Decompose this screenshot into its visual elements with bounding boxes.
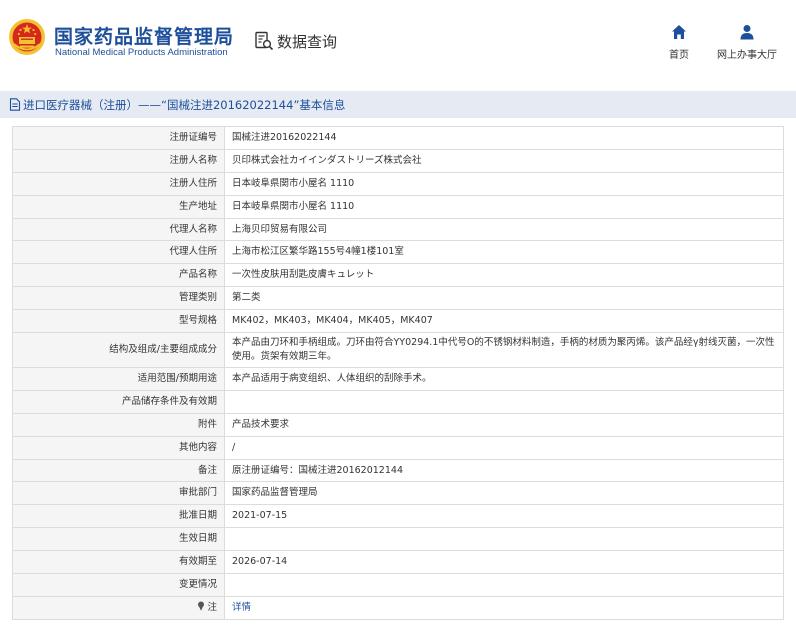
table-row: 管理类别 第二类 <box>12 286 784 311</box>
table-row: 其他内容 / <box>12 435 784 460</box>
field-label: 其他内容 <box>12 435 225 460</box>
field-label: 附件 <box>12 412 225 437</box>
section-header: 进口医疗器械（注册）——“国械注进20162022144”基本信息 <box>0 91 796 118</box>
field-value: 国械注进20162022144 <box>224 126 784 150</box>
field-label: 有效期至 <box>12 550 225 575</box>
site-subtitle: National Medical Products Administration <box>55 47 228 58</box>
field-label: 代理人住所 <box>12 240 225 265</box>
field-value: 第二类 <box>224 286 784 311</box>
field-label: 批准日期 <box>12 504 225 529</box>
field-value: 贝印株式会社カイインダストリーズ株式会社 <box>224 148 784 173</box>
details-link[interactable]: 详情 <box>232 602 251 613</box>
nav-home[interactable]: 首页 <box>662 24 696 61</box>
field-label: 管理类别 <box>12 286 225 311</box>
field-label: 注册证编号 <box>12 126 225 150</box>
table-row: 产品储存条件及有效期 <box>12 389 784 414</box>
field-value: 上海市松江区繁华路155号4幢1楼101室 <box>224 240 784 265</box>
field-value: 日本岐阜県関市小屋名 1110 <box>224 194 784 219</box>
note-label-cell: 注 <box>12 595 225 620</box>
nav-online-office-label: 网上办事大厅 <box>717 50 777 61</box>
field-label: 注册人住所 <box>12 171 225 196</box>
table-row: 适用范围/预期用途 本产品适用于病变组织、人体组织的刮除手术。 <box>12 367 784 391</box>
table-row: 变更情况 <box>12 573 784 597</box>
field-value: 上海贝印贸易有限公司 <box>224 217 784 242</box>
field-label: 注册人名称 <box>12 148 225 173</box>
data-query-link[interactable]: 数据查询 <box>254 30 337 52</box>
field-label: 备注 <box>12 458 225 483</box>
field-value: 国家药品监督管理局 <box>224 481 784 506</box>
field-value: / <box>224 435 784 460</box>
field-label: 生效日期 <box>12 527 225 552</box>
table-row: 型号规格 MK402，MK403，MK404，MK405，MK407 <box>12 309 784 334</box>
field-label: 生产地址 <box>12 194 225 219</box>
field-label: 适用范围/预期用途 <box>12 367 225 391</box>
table-row: 审批部门 国家药品监督管理局 <box>12 481 784 506</box>
field-value <box>224 389 784 414</box>
table-row: 注 详情 <box>12 595 784 620</box>
table-row: 附件 产品技术要求 <box>12 412 784 437</box>
field-value: 一次性皮肤用刮匙皮膚キュレット <box>224 263 784 288</box>
field-label: 代理人名称 <box>12 217 225 242</box>
table-row: 注册证编号 国械注进20162022144 <box>12 126 784 150</box>
field-value: 产品技术要求 <box>224 412 784 437</box>
registration-info-table: 注册证编号 国械注进20162022144 注册人名称 贝印株式会社カイインダス… <box>12 126 784 620</box>
table-row: 有效期至 2026-07-14 <box>12 550 784 575</box>
field-value: 2021-07-15 <box>224 504 784 529</box>
person-icon <box>740 25 754 40</box>
home-icon <box>672 25 686 39</box>
field-label: 产品储存条件及有效期 <box>12 389 225 414</box>
section-title: 进口医疗器械（注册）——“国械注进20162022144”基本信息 <box>23 97 346 112</box>
field-label: 产品名称 <box>12 263 225 288</box>
table-row: 注册人住所 日本岐阜県関市小屋名 1110 <box>12 171 784 196</box>
field-label: 审批部门 <box>12 481 225 506</box>
field-label: 结构及组成/主要组成成分 <box>12 332 225 369</box>
field-value: 详情 <box>224 595 784 620</box>
table-row: 批准日期 2021-07-15 <box>12 504 784 529</box>
field-value: 2026-07-14 <box>224 550 784 575</box>
field-label: 型号规格 <box>12 309 225 334</box>
field-value: 本产品适用于病变组织、人体组织的刮除手术。 <box>224 367 784 391</box>
table-row: 代理人住所 上海市松江区繁华路155号4幢1楼101室 <box>12 240 784 265</box>
table-row: 生产地址 日本岐阜県関市小屋名 1110 <box>12 194 784 219</box>
table-row: 代理人名称 上海贝印贸易有限公司 <box>12 217 784 242</box>
document-search-icon <box>255 31 274 51</box>
nav-online-office[interactable]: 网上办事大厅 <box>712 24 782 61</box>
field-value: 本产品由刀环和手柄组成。刀环由符合YY0294.1中代号O的不锈钢材料制造，手柄… <box>224 332 784 369</box>
field-value: 日本岐阜県関市小屋名 1110 <box>224 171 784 196</box>
document-icon <box>9 98 21 111</box>
field-value <box>224 527 784 552</box>
pin-icon <box>198 601 205 611</box>
nav-home-label: 首页 <box>669 50 689 61</box>
table-row: 结构及组成/主要组成成分 本产品由刀环和手柄组成。刀环由符合YY0294.1中代… <box>12 332 784 369</box>
data-query-label: 数据查询 <box>277 32 338 51</box>
field-value: MK402，MK403，MK404，MK405，MK407 <box>224 309 784 334</box>
note-label: 注 <box>207 601 217 613</box>
table-row: 生效日期 <box>12 527 784 552</box>
national-emblem-icon <box>9 19 45 55</box>
field-value <box>224 573 784 597</box>
site-title: 国家药品监督管理局 <box>54 26 235 48</box>
table-row: 产品名称 一次性皮肤用刮匙皮膚キュレット <box>12 263 784 288</box>
field-value: 原注册证编号：国械注进20162012144 <box>224 458 784 483</box>
field-label: 变更情况 <box>12 573 225 597</box>
table-row: 备注 原注册证编号：国械注进20162012144 <box>12 458 784 483</box>
table-row: 注册人名称 贝印株式会社カイインダストリーズ株式会社 <box>12 148 784 173</box>
site-header: 国家药品监督管理局 National Medical Products Admi… <box>0 0 796 80</box>
